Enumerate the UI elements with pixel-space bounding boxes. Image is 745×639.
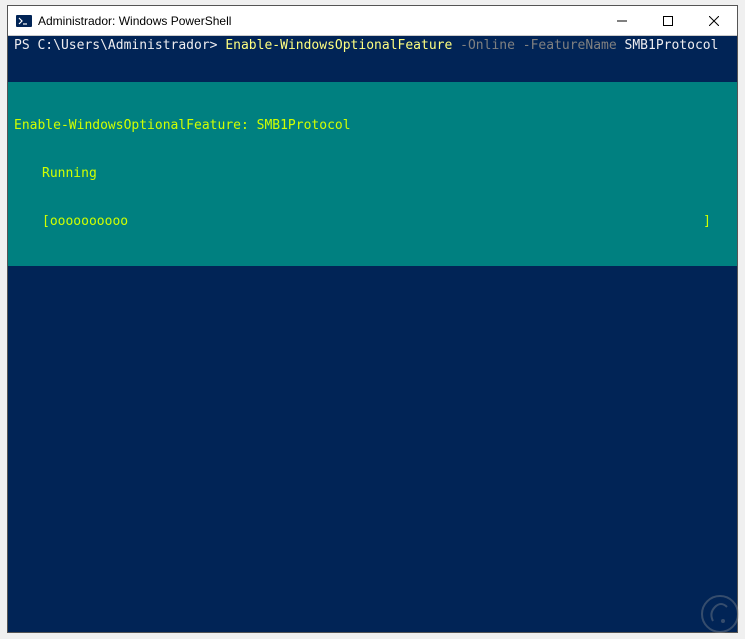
progress-status: Running [14, 166, 731, 182]
close-button[interactable] [691, 6, 737, 35]
powershell-window: Administrador: Windows PowerShell PS C:\… [7, 5, 738, 633]
powershell-icon [16, 13, 32, 29]
watermark-icon [699, 593, 741, 635]
progress-bar-open: [ [42, 214, 50, 229]
prompt-line: PS C:\Users\Administrador> Enable-Window… [8, 38, 737, 54]
progress-header: Enable-WindowsOptionalFeature: SMB1Proto… [14, 118, 731, 134]
minimize-button[interactable] [599, 6, 645, 35]
window-title: Administrador: Windows PowerShell [38, 14, 599, 28]
titlebar[interactable]: Administrador: Windows PowerShell [8, 6, 737, 36]
prompt-prefix: PS C:\Users\Administrador> [14, 38, 225, 53]
param-featurename: -FeatureName [515, 38, 625, 53]
window-controls [599, 6, 737, 35]
progress-bar: [oooooooooo ] [14, 214, 731, 230]
command-name: Enable-WindowsOptionalFeature [225, 38, 452, 53]
progress-bar-close: ] [703, 214, 711, 230]
maximize-button[interactable] [645, 6, 691, 35]
param-online: -Online [452, 38, 515, 53]
command-argument: SMB1Protocol [625, 38, 719, 53]
progress-bar-fill: oooooooooo [50, 214, 128, 229]
progress-block: Enable-WindowsOptionalFeature: SMB1Proto… [8, 82, 737, 266]
terminal-area[interactable]: PS C:\Users\Administrador> Enable-Window… [8, 36, 737, 632]
